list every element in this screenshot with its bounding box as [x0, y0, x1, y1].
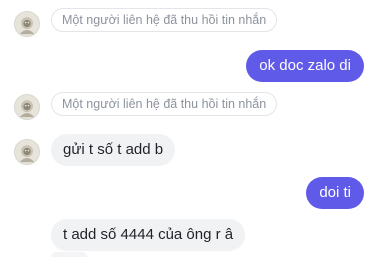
- sent-message-text: doi ti: [319, 184, 351, 201]
- next-message-bubble-partial: [51, 252, 87, 257]
- contact-avatar[interactable]: [14, 94, 40, 120]
- sent-message-bubble[interactable]: ok doc zalo di: [246, 50, 364, 82]
- received-message-bubble[interactable]: gửi t số t add b: [51, 134, 176, 166]
- contact-avatar[interactable]: [14, 11, 40, 37]
- chat-message-list: Một người liên hệ đã thu hồi tin nhắn ok…: [0, 0, 374, 257]
- contact-avatar[interactable]: [14, 139, 40, 165]
- sent-message-text: ok doc zalo di: [259, 57, 351, 74]
- lion-avatar-icon: [15, 95, 39, 119]
- received-message-bubble[interactable]: t add số 4444 của ông r â: [51, 219, 246, 251]
- lion-avatar-icon: [15, 140, 39, 164]
- received-message-text: gửi t số t add b: [63, 141, 164, 158]
- lion-avatar-icon: [15, 12, 39, 36]
- recalled-message-text: Một người liên hệ đã thu hồi tin nhắn: [62, 97, 267, 111]
- sent-message-bubble[interactable]: doi ti: [306, 177, 364, 209]
- recalled-message-text: Một người liên hệ đã thu hồi tin nhắn: [62, 13, 267, 27]
- recalled-message-notice: Một người liên hệ đã thu hồi tin nhắn: [51, 8, 278, 32]
- recalled-message-notice: Một người liên hệ đã thu hồi tin nhắn: [51, 92, 278, 116]
- received-message-text: t add số 4444 của ông r â: [63, 226, 234, 243]
